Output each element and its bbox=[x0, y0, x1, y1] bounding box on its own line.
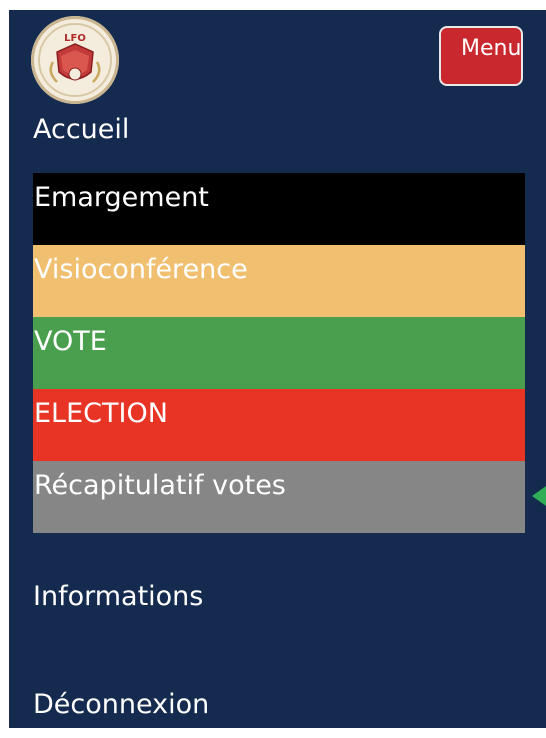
submenu-item-election[interactable]: ELECTION bbox=[33, 389, 525, 461]
submenu-item-vote[interactable]: VOTE bbox=[33, 317, 525, 389]
shield-icon: LFO bbox=[38, 23, 112, 97]
logo-text: LFO bbox=[64, 33, 86, 44]
submenu-item-visioconference[interactable]: Visioconférence bbox=[33, 245, 525, 317]
app-frame: LFO Menu Accueil Emargement Visioconfére… bbox=[9, 10, 546, 728]
menu-button[interactable]: Menu bbox=[439, 26, 523, 86]
triangle-left-icon bbox=[532, 486, 546, 506]
lfo-logo[interactable]: LFO bbox=[31, 16, 119, 104]
nav-accueil[interactable]: Accueil bbox=[33, 114, 129, 145]
submenu-item-emargement[interactable]: Emargement bbox=[33, 173, 525, 245]
nav-informations[interactable]: Informations bbox=[33, 581, 203, 612]
submenu-item-recapitulatif-votes[interactable]: Récapitulatif votes bbox=[33, 461, 525, 533]
submenu: Emargement Visioconférence VOTE ELECTION… bbox=[33, 173, 525, 533]
nav-deconnexion[interactable]: Déconnexion bbox=[33, 689, 209, 720]
